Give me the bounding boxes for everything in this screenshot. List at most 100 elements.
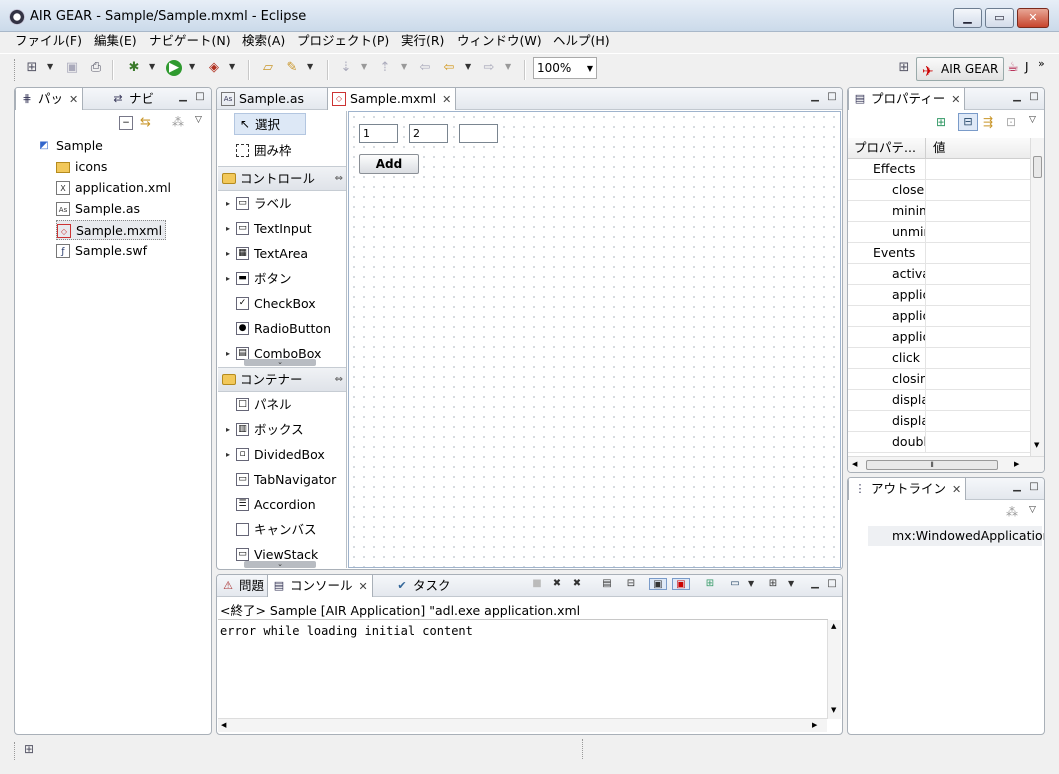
show-on-stderr-icon[interactable]: ▣ [672, 578, 690, 590]
open-perspective-icon[interactable]: ⊞ [896, 60, 912, 76]
outline-root-node[interactable]: mx:WindowedApplication [868, 526, 1044, 546]
filter-icon[interactable]: ⁂ [172, 115, 184, 129]
palette-item-radiobutton[interactable]: ● RadioButton [218, 316, 346, 341]
tree-item-sample-as[interactable]: As Sample.as [56, 199, 196, 219]
tab-properties[interactable]: ▤ プロパティー ✕ [848, 88, 966, 110]
close-icon[interactable]: ✕ [952, 483, 961, 496]
property-row[interactable]: unmin [848, 222, 1030, 243]
prev-annotation-icon[interactable]: ⇡ [377, 60, 393, 76]
menu-edit[interactable]: 編集(E) [91, 32, 140, 52]
wand-icon[interactable]: ✎ [284, 60, 300, 76]
palette-scroll-down-icon[interactable]: ⌄ [244, 561, 316, 568]
expand-arrow-icon[interactable]: ▸ [226, 266, 230, 291]
debug-dropdown-icon[interactable]: ▼ [149, 63, 157, 71]
external-tools-dropdown-icon[interactable]: ▼ [229, 63, 237, 71]
palette-item-textarea[interactable]: ▸ ▦ TextArea [218, 241, 346, 266]
maximize-view-icon[interactable]: □ [1028, 481, 1040, 493]
property-category-row[interactable]: Effects [848, 159, 1030, 180]
scroll-right-icon[interactable]: ▶ [812, 721, 817, 729]
display-console-icon[interactable]: ▭ [729, 578, 741, 590]
palette-item-ボタン[interactable]: ▸ ▬ ボタン [218, 266, 346, 291]
palette-item-ボックス[interactable]: ▸ ▥ ボックス [218, 417, 346, 442]
property-category-row[interactable]: Events [848, 243, 1030, 264]
debug-icon[interactable]: ✱ [126, 60, 142, 76]
menu-navigate[interactable]: ナビゲート(N) [146, 32, 234, 52]
palette-item-checkbox[interactable]: ✓ CheckBox [218, 291, 346, 316]
palette-item-dividedbox[interactable]: ▸ ▫ DividedBox [218, 442, 346, 467]
menu-window[interactable]: ウィンドウ(W) [454, 32, 545, 52]
remove-launch-icon[interactable]: ✖ [551, 578, 563, 590]
run-dropdown-icon[interactable]: ▼ [189, 63, 197, 71]
tab-console[interactable]: ▤ コンソール ✕ [267, 575, 373, 597]
expand-arrow-icon[interactable]: ▸ [226, 241, 230, 266]
wand-dropdown-icon[interactable]: ▼ [307, 63, 315, 71]
menu-project[interactable]: プロジェクト(P) [294, 32, 392, 52]
mx-textinput-1[interactable]: 1 [359, 124, 398, 143]
close-icon[interactable]: ✕ [359, 580, 368, 593]
scroll-right-icon[interactable]: ▶ [1014, 460, 1019, 468]
close-button[interactable]: ✕ [1017, 8, 1049, 28]
minimize-view-icon[interactable]: ▁ [177, 91, 189, 103]
close-icon[interactable]: ✕ [951, 93, 960, 106]
palette-drawer-controls[interactable]: コントロール ⇔ [218, 166, 346, 191]
tab-problems[interactable]: ⚠ 問題 [217, 575, 268, 597]
property-row[interactable]: activa [848, 264, 1030, 285]
menu-file[interactable]: ファイル(F) [12, 32, 85, 52]
link-with-editor-icon[interactable]: ⇆ [140, 115, 151, 130]
property-row[interactable]: closeE [848, 180, 1030, 201]
tab-tasks[interactable]: ✔ タスク [391, 575, 455, 597]
minimize-view-icon[interactable]: ▁ [1011, 481, 1023, 493]
menu-search[interactable]: 検索(A) [239, 32, 288, 52]
expand-arrow-icon[interactable]: ▸ [226, 442, 230, 467]
view-menu-icon[interactable]: ▽ [1029, 505, 1036, 515]
expand-arrow-icon[interactable]: ▸ [226, 341, 230, 366]
scroll-lock-icon[interactable]: ⊟ [625, 578, 637, 590]
scroll-down-icon[interactable]: ▼ [831, 706, 836, 714]
scroll-up-icon[interactable]: ▲ [831, 622, 836, 630]
tree-item-sample-swf[interactable]: ƒ Sample.swf [56, 241, 196, 261]
clear-console-icon[interactable]: ▤ [601, 578, 613, 590]
mx-textinput-2[interactable]: 2 [409, 124, 448, 143]
maximize-view-icon[interactable]: □ [826, 578, 838, 590]
scroll-down-icon[interactable]: ▼ [1034, 441, 1039, 449]
design-canvas[interactable]: 1 2 Add [348, 111, 841, 568]
drawer-collapse-icon[interactable]: ⇔ [335, 368, 343, 392]
palette-item-キャンバス[interactable]: キャンバス [218, 517, 346, 542]
show-on-stdout-icon[interactable]: ▣ [649, 578, 667, 590]
print-icon[interactable]: ⎙ [88, 60, 104, 76]
tab-outline[interactable]: ⋮ アウトライン ✕ [848, 478, 967, 500]
column-value[interactable]: 値 [933, 138, 946, 158]
maximize-view-icon[interactable]: □ [826, 91, 838, 103]
palette-item-textinput[interactable]: ▸ ▭ TextInput [218, 216, 346, 241]
pin-console-icon[interactable]: ⊞ [704, 578, 716, 590]
open-folder-icon[interactable]: ▱ [260, 60, 276, 76]
new-icon[interactable]: ⊞ [24, 60, 40, 76]
java-perspective-icon[interactable]: ☕ [1005, 60, 1021, 76]
scroll-thumb[interactable] [1033, 156, 1042, 178]
external-tools-icon[interactable]: ◈ [206, 60, 222, 76]
tab-sample-as[interactable]: As Sample.as [217, 88, 308, 110]
close-icon[interactable]: ✕ [69, 93, 78, 106]
next-annotation-dropdown-icon[interactable]: ▼ [361, 63, 369, 71]
property-row[interactable]: minim [848, 201, 1030, 222]
palette-drawer-containers[interactable]: コンテナー ⇔ [218, 367, 346, 392]
forward-icon[interactable]: ⇨ [481, 60, 497, 76]
minimize-view-icon[interactable]: ▁ [809, 578, 821, 590]
minimize-view-icon[interactable]: ▁ [809, 91, 821, 103]
properties-vertical-scrollbar[interactable]: ▼ [1030, 138, 1044, 456]
property-row[interactable]: closin [848, 369, 1030, 390]
perspective-overflow-label[interactable]: J [1025, 60, 1029, 74]
expand-arrow-icon[interactable]: ▸ [226, 191, 230, 216]
menu-run[interactable]: 実行(R) [398, 32, 447, 52]
next-annotation-icon[interactable]: ⇣ [338, 60, 354, 76]
tree-item-icons-folder[interactable]: icons [56, 157, 196, 177]
chevron-down-icon[interactable]: ▼ [587, 59, 593, 79]
scroll-left-icon[interactable]: ◀ [221, 721, 226, 729]
scroll-thumb[interactable]: ⦀ [866, 460, 998, 470]
maximize-button[interactable]: ▭ [985, 8, 1014, 28]
run-icon[interactable]: ▶ [166, 60, 182, 76]
show-advanced-icon[interactable]: ⇶ [983, 115, 993, 129]
fast-view-icon[interactable]: ⊞ [24, 742, 34, 756]
maximize-view-icon[interactable]: □ [1028, 91, 1040, 103]
display-console-dropdown-icon[interactable]: ▼ [748, 580, 756, 588]
